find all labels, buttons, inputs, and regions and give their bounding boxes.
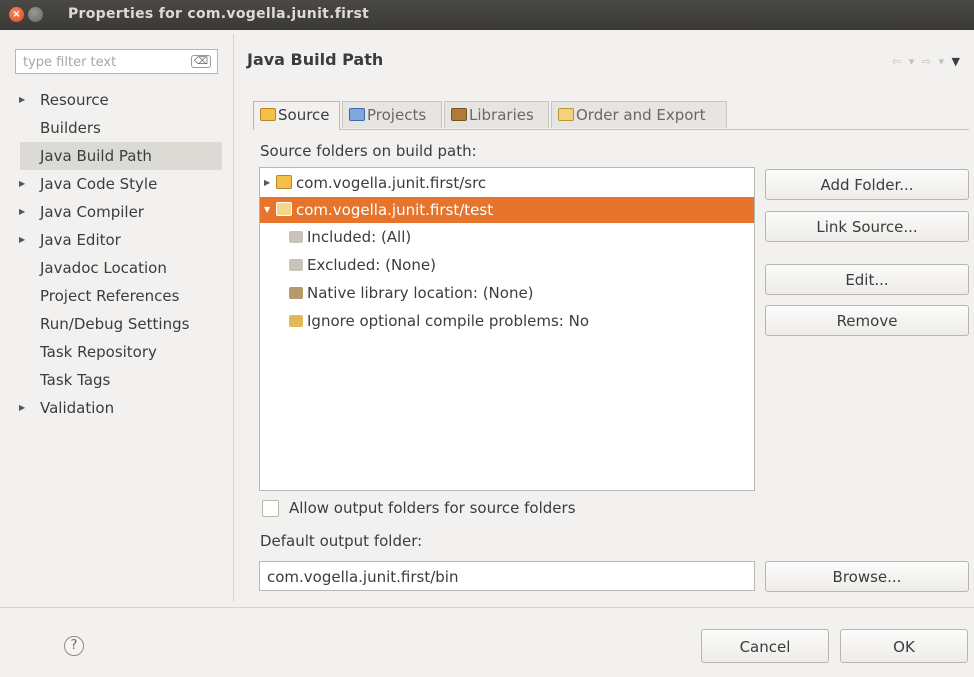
default-output-folder-label: Default output folder: — [260, 532, 423, 550]
footer-divider — [0, 607, 974, 608]
native-library-icon — [289, 287, 303, 299]
nav-item-label: Java Editor — [40, 231, 121, 249]
tab-label: Projects — [367, 106, 427, 124]
tree-row-included[interactable]: Included: (All) — [260, 224, 411, 250]
nav-item-project-references[interactable]: Project References — [0, 282, 232, 310]
order-export-icon — [558, 108, 574, 121]
source-folder-tree[interactable]: ▶ com.vogella.junit.first/src ▼ com.voge… — [259, 167, 755, 491]
nav-item-label: Project References — [40, 287, 180, 305]
cancel-button[interactable]: Cancel — [701, 629, 829, 663]
browse-button[interactable]: Browse... — [765, 561, 969, 592]
filter-box: ⌫ — [15, 49, 218, 74]
expand-arrow-icon[interactable]: ▶ — [264, 170, 270, 196]
expand-arrow-icon[interactable]: ▶ — [19, 86, 25, 114]
allow-output-folders-checkbox[interactable] — [262, 500, 279, 517]
back-arrow-icon[interactable]: ⇦ — [892, 55, 903, 68]
title-bar: × Properties for com.vogella.junit.first — [0, 0, 974, 30]
nav-item-label: Java Code Style — [40, 175, 158, 193]
source-folders-heading: Source folders on build path: — [260, 142, 477, 160]
panel-divider[interactable] — [233, 34, 234, 602]
tab-label: Source — [278, 106, 330, 124]
link-source-button[interactable]: Link Source... — [765, 211, 969, 242]
tab-order-and-export[interactable]: Order and Export — [551, 101, 727, 128]
nav-item-java-build-path[interactable]: Java Build Path — [20, 142, 222, 170]
collapse-arrow-icon[interactable]: ▼ — [264, 197, 270, 223]
nav-item-builders[interactable]: Builders — [0, 114, 232, 142]
tree-row-ignore-problems[interactable]: Ignore optional compile problems: No — [260, 308, 589, 334]
tab-projects[interactable]: Projects — [342, 101, 442, 128]
nav-item-label: Task Tags — [40, 371, 111, 389]
preference-nav-list: ▶ Resource Builders Java Build Path ▶ Java… — [0, 86, 232, 422]
tab-label: Order and Export — [576, 106, 706, 124]
nav-item-label: Task Repository — [40, 343, 157, 361]
nav-item-validation[interactable]: ▶ Validation — [0, 394, 232, 422]
projects-icon — [349, 108, 365, 121]
help-icon[interactable]: ? — [64, 636, 84, 656]
history-controls: ⇦ ▾ ⇨ ▾ ▼ — [892, 55, 962, 68]
expand-arrow-icon[interactable]: ▶ — [19, 394, 25, 422]
expand-arrow-icon[interactable]: ▶ — [19, 226, 25, 254]
tree-row-native-library[interactable]: Native library location: (None) — [260, 280, 534, 306]
tab-label: Libraries — [469, 106, 534, 124]
expand-arrow-icon[interactable]: ▶ — [19, 198, 25, 226]
tab-baseline — [253, 129, 969, 130]
view-menu-icon[interactable]: ▼ — [952, 55, 962, 68]
source-folder-icon — [276, 175, 292, 189]
nav-item-javadoc-location[interactable]: Javadoc Location — [0, 254, 232, 282]
remove-button[interactable]: Remove — [765, 305, 969, 336]
exclusion-filter-icon — [289, 259, 303, 271]
tree-row-test[interactable]: ▼ com.vogella.junit.first/test — [260, 197, 754, 223]
default-output-folder-box — [259, 561, 755, 591]
add-folder-button[interactable]: Add Folder... — [765, 169, 969, 200]
tree-row-label: Ignore optional compile problems: No — [307, 312, 590, 330]
back-dropdown-icon[interactable]: ▾ — [909, 55, 917, 68]
expand-arrow-icon[interactable]: ▶ — [19, 170, 25, 198]
nav-item-java-code-style[interactable]: ▶ Java Code Style — [0, 170, 232, 198]
filter-input[interactable] — [21, 50, 185, 74]
nav-item-task-tags[interactable]: Task Tags — [0, 366, 232, 394]
inclusion-filter-icon — [289, 231, 303, 243]
source-folder-icon — [276, 202, 292, 216]
default-output-folder-input[interactable] — [265, 563, 749, 591]
nav-item-label: Run/Debug Settings — [40, 315, 190, 333]
tab-source[interactable]: Source — [253, 101, 340, 130]
window-title: Properties for com.vogella.junit.first — [68, 6, 370, 22]
nav-item-resource[interactable]: ▶ Resource — [0, 86, 232, 114]
nav-item-label: Javadoc Location — [40, 259, 167, 277]
page-title: Java Build Path — [247, 50, 384, 69]
nav-item-label: Resource — [40, 91, 109, 109]
forward-dropdown-icon[interactable]: ▾ — [939, 55, 947, 68]
nav-item-label: Java Compiler — [40, 203, 144, 221]
nav-item-java-compiler[interactable]: ▶ Java Compiler — [0, 198, 232, 226]
source-folder-icon — [260, 108, 276, 121]
close-window-icon[interactable]: × — [9, 7, 24, 22]
libraries-icon — [451, 108, 467, 121]
nav-item-java-editor[interactable]: ▶ Java Editor — [0, 226, 232, 254]
tree-row-label: Included: (All) — [307, 228, 412, 246]
tab-libraries[interactable]: Libraries — [444, 101, 549, 128]
nav-item-label: Builders — [40, 119, 101, 137]
nav-item-label: Validation — [40, 399, 115, 417]
allow-output-folders-label: Allow output folders for source folders — [289, 499, 576, 517]
minimize-window-icon[interactable] — [28, 7, 43, 22]
tree-row-label: com.vogella.junit.first/test — [296, 201, 494, 219]
ok-button[interactable]: OK — [840, 629, 968, 663]
forward-arrow-icon[interactable]: ⇨ — [922, 55, 933, 68]
nav-item-label: Java Build Path — [40, 147, 152, 165]
nav-item-task-repository[interactable]: Task Repository — [0, 338, 232, 366]
tree-row-label: Excluded: (None) — [307, 256, 436, 274]
edit-button[interactable]: Edit... — [765, 264, 969, 295]
tree-row-label: Native library location: (None) — [307, 284, 534, 302]
tree-row-label: com.vogella.junit.first/src — [296, 174, 487, 192]
tree-row-excluded[interactable]: Excluded: (None) — [260, 252, 436, 278]
clear-filter-icon[interactable]: ⌫ — [190, 55, 211, 68]
tree-row-src[interactable]: ▶ com.vogella.junit.first/src — [260, 170, 486, 196]
ignore-problems-icon — [289, 315, 303, 327]
nav-item-run-debug-settings[interactable]: Run/Debug Settings — [0, 310, 232, 338]
